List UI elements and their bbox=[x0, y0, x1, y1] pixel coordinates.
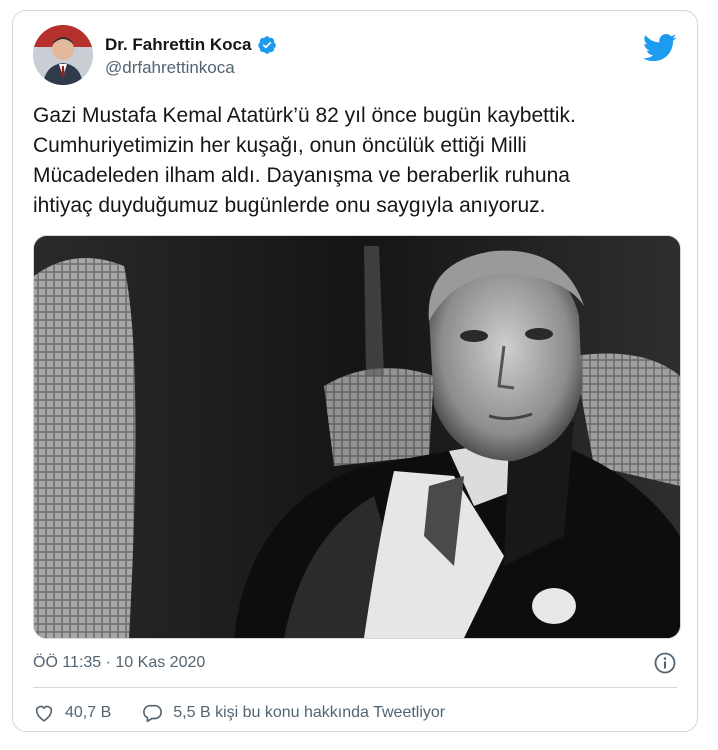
divider bbox=[33, 687, 677, 688]
tweet-photo[interactable] bbox=[33, 235, 681, 639]
info-icon[interactable] bbox=[653, 651, 677, 675]
tweet-meta: ÖÖ 11:35 · 10 Kas 2020 bbox=[33, 651, 677, 675]
avatar[interactable] bbox=[33, 25, 93, 85]
tweet-text-line: Gazi Mustafa Kemal Atatürk’ü 82 yıl önce… bbox=[33, 104, 576, 127]
tweet-text-line: ihtiyaç duyduğumuz bugünlerde onu saygıy… bbox=[33, 194, 546, 217]
tweet-text-line: Cumhuriyetimizin her kuşağı, onun öncülü… bbox=[33, 134, 527, 157]
like-count: 40,7 B bbox=[65, 704, 112, 721]
tweet-text-line: Mücadeleden ilham aldı. Dayanışma ve ber… bbox=[33, 164, 570, 187]
author-display-name[interactable]: Dr. Fahrettin Koca bbox=[105, 35, 251, 55]
like-action[interactable]: 40,7 B bbox=[33, 702, 111, 724]
twitter-bird-icon[interactable] bbox=[643, 33, 677, 63]
author-handle[interactable]: @drfahrettinkoca bbox=[105, 58, 277, 78]
portrait-photo-illustration bbox=[34, 236, 680, 638]
tweet-actions: 40,7 B 5,5 B kişi bu konu hakkında Tweet… bbox=[33, 699, 475, 727]
heart-icon[interactable] bbox=[33, 702, 55, 724]
tweet-header: Dr. Fahrettin Koca @drfahrettinkoca bbox=[33, 25, 677, 87]
speech-bubble-icon[interactable] bbox=[141, 702, 163, 724]
conversation-text: 5,5 B kişi bu konu hakkında Tweetliyor bbox=[173, 704, 446, 721]
author-names: Dr. Fahrettin Koca @drfahrettinkoca bbox=[105, 35, 277, 78]
tweet-text: Gazi Mustafa Kemal Atatürk’ü 82 yıl önce… bbox=[33, 101, 683, 221]
conversation-action[interactable]: 5,5 B kişi bu konu hakkında Tweetliyor bbox=[141, 702, 445, 724]
tweet-card[interactable]: Dr. Fahrettin Koca @drfahrettinkoca Gazi… bbox=[12, 10, 698, 732]
verified-badge-icon bbox=[258, 36, 277, 54]
tweet-timestamp[interactable]: ÖÖ 11:35 · 10 Kas 2020 bbox=[33, 654, 205, 671]
